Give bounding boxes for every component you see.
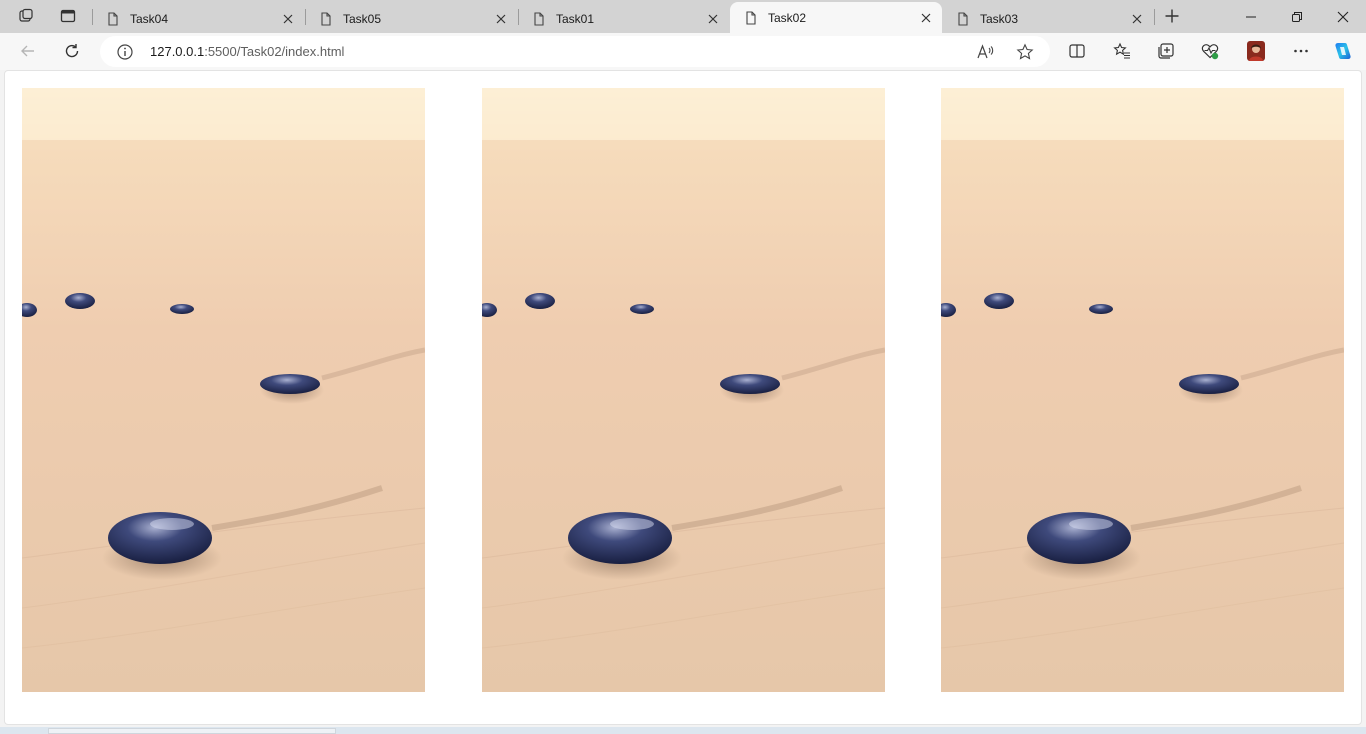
page-icon	[106, 11, 120, 26]
page-viewport	[4, 70, 1362, 725]
sand-pebbles-image	[22, 88, 425, 692]
tab-label: Task04	[130, 11, 169, 26]
address-bar[interactable]: 127.0.0.1:5500/Task02/index.html	[100, 36, 1050, 67]
page-icon	[319, 11, 333, 26]
browser-essentials-icon[interactable]	[1195, 37, 1225, 65]
taskbar-thumbnail[interactable]	[48, 728, 336, 734]
url-host: 127.0.0.1	[150, 44, 205, 59]
tab-task01[interactable]: Task01	[518, 4, 729, 33]
sand-pebbles-image	[482, 88, 885, 692]
close-tab-icon[interactable]	[916, 8, 936, 28]
back-icon[interactable]	[13, 37, 43, 65]
minimize-icon[interactable]	[1228, 0, 1274, 33]
tab-label: Task05	[343, 11, 382, 26]
refresh-icon[interactable]	[57, 37, 87, 65]
new-tab-icon[interactable]	[1158, 4, 1186, 28]
profile-avatar[interactable]	[1241, 37, 1271, 65]
tab-actions-icon[interactable]	[54, 4, 82, 28]
page-icon	[956, 11, 970, 26]
tab-label: Task01	[556, 11, 595, 26]
url-path: :5500/Task02/index.html	[204, 44, 345, 59]
workspaces-icon[interactable]	[12, 4, 40, 28]
tab-task05[interactable]: Task05	[305, 4, 517, 33]
more-options-icon[interactable]	[1286, 37, 1316, 65]
close-window-icon[interactable]	[1320, 0, 1366, 33]
restore-icon[interactable]	[1274, 0, 1320, 33]
tab-task02[interactable]: Task02	[730, 2, 942, 33]
close-tab-icon[interactable]	[278, 9, 298, 29]
url-text[interactable]: 127.0.0.1:5500/Task02/index.html	[150, 44, 344, 59]
close-tab-icon[interactable]	[491, 9, 511, 29]
tab-label: Task03	[980, 11, 1019, 26]
copilot-icon[interactable]	[1328, 37, 1358, 65]
read-aloud-icon[interactable]	[975, 42, 995, 62]
split-screen-icon[interactable]	[1062, 37, 1092, 65]
site-info-icon[interactable]	[116, 43, 134, 61]
close-tab-icon[interactable]	[703, 9, 723, 29]
tab-task03[interactable]: Task03	[942, 4, 1153, 33]
tab-separator	[1154, 9, 1155, 25]
collections-icon[interactable]	[1151, 37, 1181, 65]
favorite-star-icon[interactable]	[1015, 42, 1035, 62]
page-icon	[744, 10, 758, 25]
tab-task04[interactable]: Task04	[92, 4, 304, 33]
favorites-icon[interactable]	[1107, 37, 1137, 65]
close-tab-icon[interactable]	[1127, 9, 1147, 29]
tab-label: Task02	[768, 10, 807, 25]
page-icon	[532, 11, 546, 26]
sand-pebbles-image	[941, 88, 1344, 692]
toolbar: 127.0.0.1:5500/Task02/index.html	[0, 33, 1366, 70]
taskbar-strip	[0, 727, 1366, 734]
tab-strip: Task04 Task05 Task01 Task02 Task03	[0, 0, 1366, 33]
